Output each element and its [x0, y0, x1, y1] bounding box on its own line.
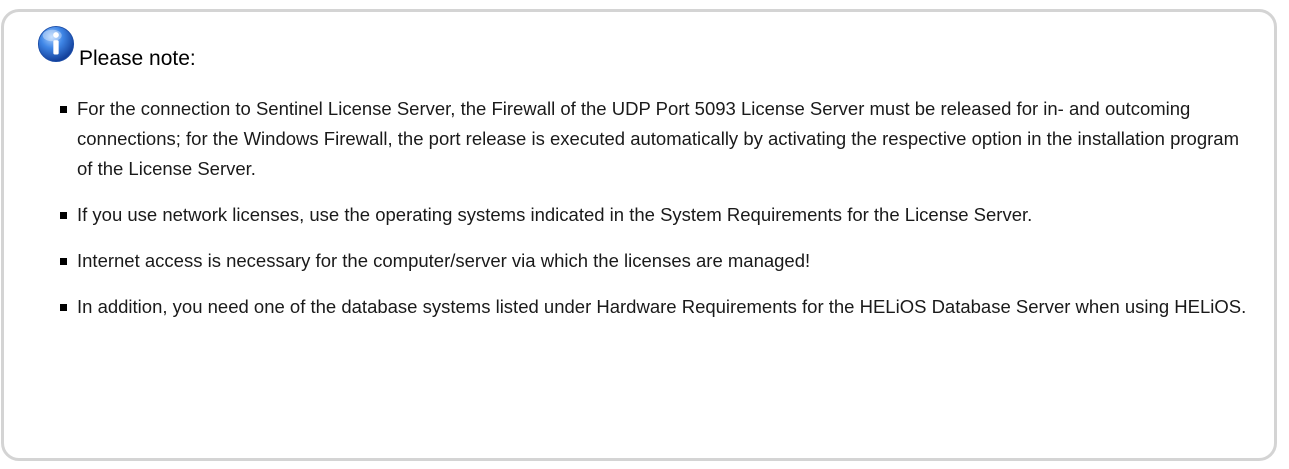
bullet-icon — [60, 212, 67, 219]
bullet-icon — [60, 304, 67, 311]
list-item-text: For the connection to Sentinel License S… — [77, 98, 1239, 179]
list-item-text: Internet access is necessary for the com… — [77, 250, 811, 271]
list-item-text: If you use network licenses, use the ope… — [77, 204, 1033, 225]
list-item-text: In addition, you need one of the databas… — [77, 296, 1247, 317]
list-item: Internet access is necessary for the com… — [60, 246, 1250, 276]
note-box: Please note: For the connection to Senti… — [1, 9, 1277, 461]
note-title: Please note: — [79, 47, 196, 70]
note-header: Please note: — [37, 25, 196, 71]
note-list: For the connection to Sentinel License S… — [60, 94, 1250, 338]
list-item: If you use network licenses, use the ope… — [60, 200, 1250, 230]
list-item: In addition, you need one of the databas… — [60, 292, 1250, 322]
info-icon — [37, 25, 75, 63]
list-item: For the connection to Sentinel License S… — [60, 94, 1250, 184]
bullet-icon — [60, 258, 67, 265]
bullet-icon — [60, 106, 67, 113]
